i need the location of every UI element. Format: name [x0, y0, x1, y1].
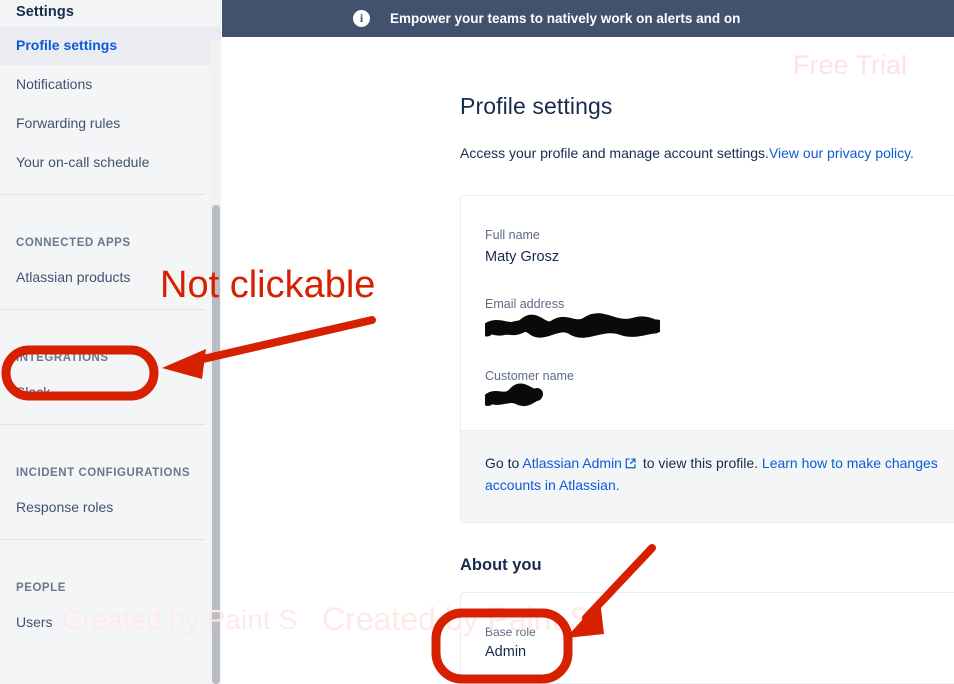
learn-changes-link[interactable]: Learn how to make changes: [762, 455, 938, 471]
screen-root: Settings Profile settings Notifications …: [0, 0, 954, 684]
sidebar-heading-incident-configurations: INCIDENT CONFIGURATIONS: [16, 467, 191, 479]
sidebar-item-notifications[interactable]: Notifications: [0, 65, 220, 104]
sidebar-item-slack[interactable]: Slack: [0, 373, 220, 412]
sidebar-title: Settings: [16, 4, 74, 20]
notice-mid: to view this profile.: [638, 455, 762, 471]
sidebar-scroll-content: Settings Profile settings Notifications …: [0, 0, 220, 642]
field-label: Full name: [485, 228, 540, 242]
privacy-policy-link[interactable]: View our privacy policy.: [769, 145, 914, 161]
settings-sidebar: Settings Profile settings Notifications …: [0, 0, 221, 684]
profile-card: Full name Maty Grosz Email address Custo…: [460, 195, 954, 442]
sidebar-heading-integrations: INTEGRATIONS: [16, 352, 109, 364]
main-content: i Empower your teams to natively work on…: [222, 0, 954, 684]
redaction-mark-email: [485, 313, 954, 338]
about-you-card: Base role Admin: [460, 592, 954, 684]
sidebar-item-response-roles[interactable]: Response roles: [0, 488, 220, 527]
sidebar-divider: [0, 424, 205, 425]
field-customer-name: Customer name: [461, 365, 954, 407]
field-full-name: Full name Maty Grosz: [461, 224, 954, 265]
info-icon: i: [353, 10, 370, 27]
field-base-role: Base role Admin: [461, 621, 954, 660]
field-email-address: Email address: [461, 293, 954, 338]
sidebar-heading-connected-apps: CONNECTED APPS: [16, 237, 131, 249]
external-link-icon: [624, 455, 637, 475]
field-label: Base role: [485, 625, 536, 639]
sidebar-item-on-call-schedule[interactable]: Your on-call schedule: [0, 143, 220, 182]
notice-lead: Go to: [485, 455, 523, 471]
field-label: Email address: [485, 297, 565, 311]
redaction-mark-customer: [485, 383, 954, 407]
atlassian-admin-notice: Go to Atlassian Admin to view this profi…: [460, 430, 954, 523]
field-value: Admin: [485, 644, 527, 660]
atlassian-admin-link[interactable]: Atlassian Admin: [522, 455, 622, 471]
annotation-note-not-clickable: Not clickable: [160, 264, 376, 306]
sidebar-item-forwarding-rules[interactable]: Forwarding rules: [0, 104, 220, 143]
sidebar-divider: [0, 309, 205, 310]
field-value: Maty Grosz: [485, 249, 560, 265]
promo-banner-text: Empower your teams to natively work on a…: [390, 11, 741, 26]
page-subtitle: Access your profile and manage account s…: [460, 145, 914, 161]
sidebar-divider: [0, 194, 205, 195]
sidebar-item-users[interactable]: Users: [0, 603, 220, 642]
field-label: Customer name: [485, 369, 574, 383]
page-subtitle-text: Access your profile and manage account s…: [460, 145, 769, 161]
page-title: Profile settings: [460, 93, 613, 119]
sidebar-item-profile-settings[interactable]: Profile settings: [0, 26, 220, 65]
learn-changes-link-line2[interactable]: accounts in Atlassian.: [485, 477, 620, 493]
sidebar-heading-people: PEOPLE: [16, 582, 66, 594]
promo-banner[interactable]: i Empower your teams to natively work on…: [222, 0, 954, 37]
about-you-heading: About you: [460, 556, 542, 574]
sidebar-divider: [0, 539, 205, 540]
